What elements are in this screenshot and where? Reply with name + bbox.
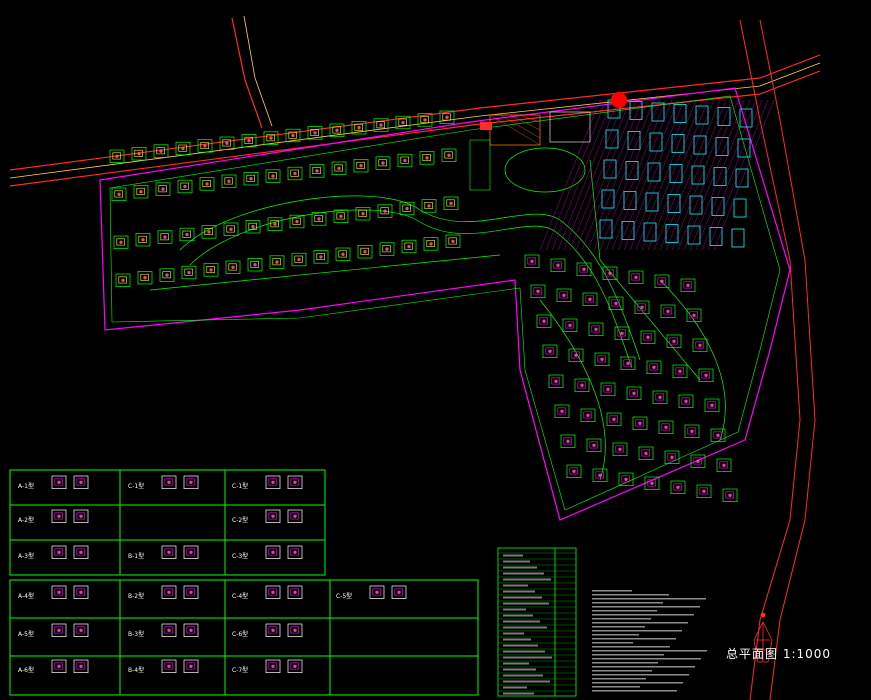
- legend-label: B-1型: [128, 552, 144, 560]
- legend-label: C-4型: [232, 592, 248, 600]
- legend-label: C-6型: [232, 630, 248, 638]
- legend-label: A-4型: [18, 592, 34, 600]
- site-plan-canvas: A-1型 C-1型 C-1型 A-2型 C-2型 A-3型 B-1型 C-3型 A-4型 B-2型…: [0, 0, 871, 700]
- legend-label: C-1型: [232, 482, 248, 490]
- legend-label: C-2型: [232, 516, 248, 524]
- legend-label: B-2型: [128, 592, 144, 600]
- red-marker: [611, 92, 627, 108]
- legend-label: A-1型: [18, 482, 34, 490]
- legend-label: A-5型: [18, 630, 34, 638]
- legend-label: B-3型: [128, 630, 144, 638]
- legend-label: C-1型: [128, 482, 144, 490]
- red-sign: [480, 122, 492, 130]
- drawing-title: 总平面图 1:1000: [726, 647, 832, 661]
- legend-label: A-3型: [18, 552, 34, 560]
- legend-label: C-7型: [232, 666, 248, 674]
- legend-label: B-4型: [128, 666, 144, 674]
- legend-label: A-6型: [18, 666, 34, 674]
- legend-label: C-5型: [336, 592, 352, 600]
- legend-label: A-2型: [18, 516, 34, 524]
- legend-label: C-3型: [232, 552, 248, 560]
